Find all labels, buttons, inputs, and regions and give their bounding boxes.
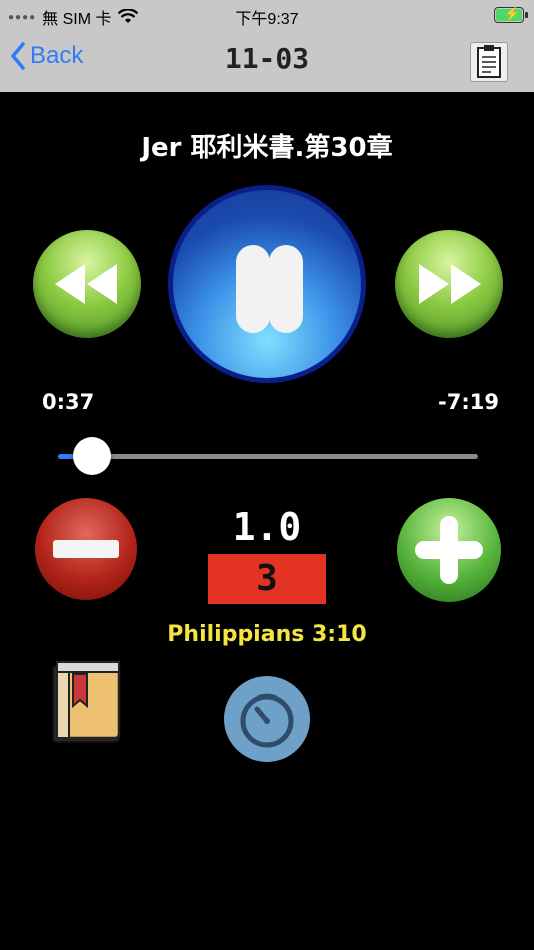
bookmark-book-icon [52,660,121,743]
rewind-icon [55,264,117,304]
pause-button[interactable] [168,185,366,383]
battery-icon: ⚡ [494,6,528,23]
navigation-bar: Back 11-03 [0,30,534,92]
progress-slider[interactable] [58,437,478,475]
clipboard-button[interactable] [470,42,508,82]
clipboard-icon [477,45,501,78]
rewind-button[interactable] [33,230,141,338]
elapsed-time: 0:37 [42,390,95,414]
timer-button[interactable] [224,676,310,762]
fast-forward-icon [419,264,481,304]
verse-reference: Philippians 3:10 [167,622,367,647]
timer-icon [240,693,294,748]
fast-forward-button[interactable] [395,230,503,338]
chapter-title: Jer 耶利米書.第30章 [141,133,393,163]
increase-button[interactable] [397,498,501,602]
remaining-time: -7:19 [438,390,499,414]
repeat-counter: 3 [208,554,326,604]
bookmark-book-button[interactable] [49,660,123,746]
progress-thumb[interactable] [72,437,111,475]
page-title: 11-03 [224,42,310,75]
status-bar: ●●●● 無 SIM 卡 下午9:37 ⚡ [0,0,534,30]
status-time: 下午9:37 [235,11,299,28]
